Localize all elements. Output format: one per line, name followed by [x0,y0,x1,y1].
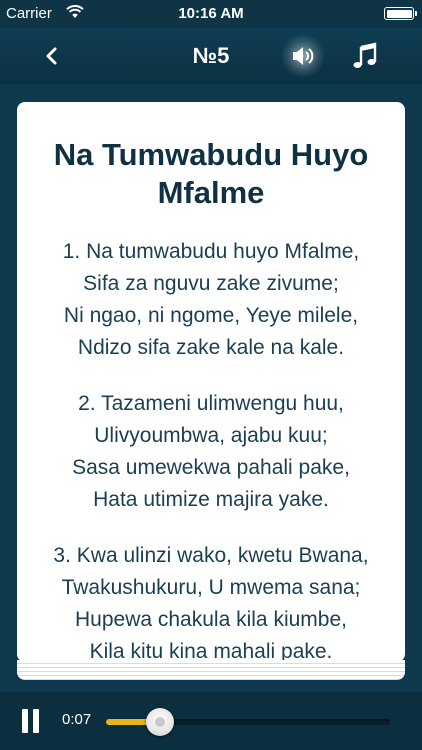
pause-bar-right [33,709,39,733]
speaker-icon [293,47,314,65]
verse-line: Ndizo sifa zake kale na kale. [77,336,345,359]
verse-3: 3. Kwa ulinzi wako, kwetu Bwana, Twakush… [17,540,405,668]
battery-icon [384,7,417,20]
verse-line: Ulivyoumbwa, ajabu kuu; [94,424,328,447]
verse-line: Sasa umewekwa pahali pake, [72,456,350,479]
verse-line: 1. Na tumwabudu huyo Mfalme, [62,240,360,263]
hymn-title: Na Tumwabudu Huyo Mfalme [53,137,369,210]
status-bar: Carrier 10:16 AM [0,0,422,28]
pause-bar-left [22,709,28,733]
elapsed-time: 0:07 [62,711,92,728]
verse-2: 2. Tazameni ulimwengu huu, Ulivyoumbwa, … [17,388,405,516]
verse-line: 2. Tazameni ulimwengu huu, [78,392,344,415]
verse-line: 3. Kwa ulinzi wako, kwetu Bwana, [53,544,369,567]
battery-level [386,9,412,18]
page-stack-edges [17,660,405,680]
status-time: 10:16 AM [178,5,244,22]
music-note-icon[interactable] [350,40,380,72]
verse-line: Twakushukuru, U mwema sana; [61,576,361,599]
verse-1: 1. Na tumwabudu huyo Mfalme, Sifa za ngu… [17,236,405,364]
hymn-page: Na Tumwabudu Huyo Mfalme 1. Na tumwabudu… [17,102,405,663]
speaker-button[interactable] [280,34,326,78]
progress-thumb[interactable] [145,708,174,736]
hymn-verses: 1. Na tumwabudu huyo Mfalme, Sifa za ngu… [17,236,405,668]
audio-player-bar: 0:07 [0,692,422,750]
verse-line: Hata utimize majira yake. [93,488,329,511]
navigation-bar: №5 [0,28,422,84]
verse-line: Sifa za nguvu zake zivume; [83,272,339,295]
progress-slider[interactable] [106,708,390,736]
verse-line: Hupewa chakula kila kiumbe, [75,608,347,631]
pause-icon[interactable] [20,709,42,733]
verse-line: Ni ngao, ni ngome, Yeye milele, [63,304,359,327]
